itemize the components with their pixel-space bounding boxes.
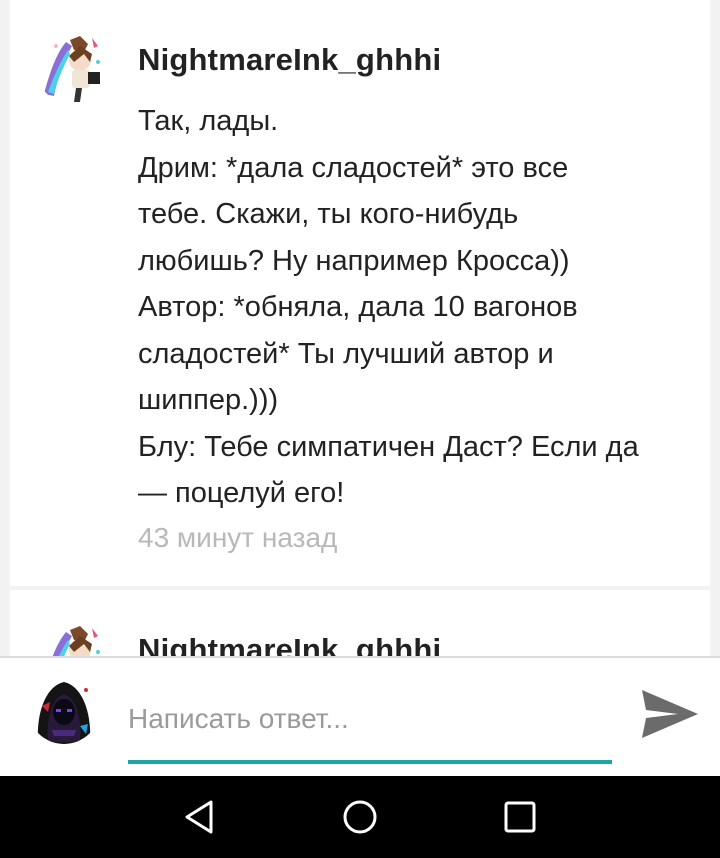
comment-card: NightmareInk_ghhhi Так, лады. Дрим: *дал… xyxy=(10,0,710,586)
anime-character-avatar-image xyxy=(36,622,108,656)
recent-apps-square-icon xyxy=(504,801,536,833)
anime-character-avatar-image xyxy=(36,32,108,104)
comment-line: Блу: Тебе симпатичен Даст? Если да xyxy=(138,430,639,463)
nav-back-button[interactable] xyxy=(175,794,225,840)
commenter-username[interactable]: NightmareInk_ghhhi xyxy=(138,42,441,78)
android-navigation-bar xyxy=(0,776,720,858)
send-icon xyxy=(642,690,698,738)
comment-line: Так, лады. xyxy=(138,105,279,137)
my-avatar[interactable] xyxy=(28,672,100,744)
reply-input-underline xyxy=(128,760,612,764)
comment-line: любишь? Ну например Кросса)) xyxy=(138,244,570,277)
commenter-avatar[interactable] xyxy=(36,32,108,104)
comment-line: шиппер.))) xyxy=(138,384,279,416)
reply-bar xyxy=(0,656,720,778)
comment-line: сладостей* Ты лучший автор и xyxy=(138,337,554,370)
send-button[interactable] xyxy=(634,684,704,744)
commenter-avatar[interactable] xyxy=(36,622,108,656)
nav-recent-apps-button[interactable] xyxy=(495,794,545,840)
comment-line: тебе. Скажи, ты кого-нибудь xyxy=(138,198,519,230)
comment-timestamp: 43 минут назад xyxy=(138,522,338,553)
reply-input[interactable] xyxy=(128,694,612,744)
comment-line: Дрим: *дала сладостей* это все xyxy=(138,151,569,184)
nav-home-button[interactable] xyxy=(335,794,385,840)
comment-feed[interactable]: NightmareInk_ghhhi Так, лады. Дрим: *дал… xyxy=(0,0,720,656)
comment-text: Так, лады. Дрим: *дала сладостей* это вс… xyxy=(138,98,698,517)
hooded-figure-avatar-image xyxy=(28,672,100,744)
commenter-username[interactable]: NightmareInk_ghhhi xyxy=(138,632,441,656)
home-circle-icon xyxy=(343,800,377,834)
comment-line: — поцелуй его! xyxy=(138,477,345,509)
comment-line: Автор: *обняла, дала 10 вагонов xyxy=(138,291,578,323)
back-triangle-icon xyxy=(185,800,213,834)
comment-card: NightmareInk_ghhhi xyxy=(10,590,710,656)
